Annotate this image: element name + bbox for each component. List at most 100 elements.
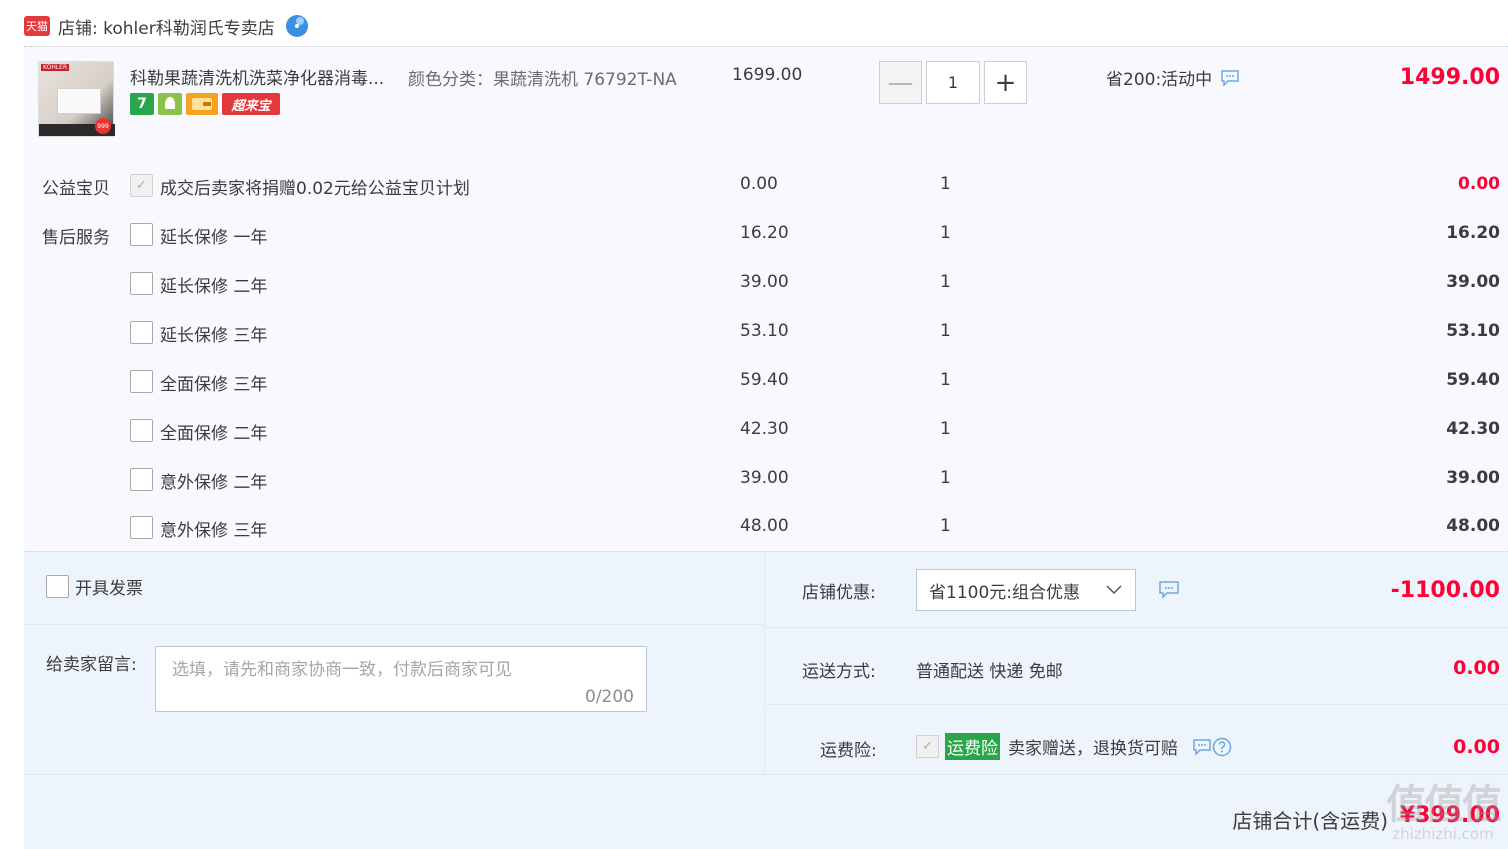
android-icon[interactable] [158, 93, 182, 115]
divider [24, 624, 765, 625]
product-thumbnail[interactable]: KOHLER 999 [38, 61, 115, 137]
service-name: 意外保修 二年 [160, 473, 268, 493]
service-row: 全面保修 二年 42.30 1 42.30 [24, 416, 1508, 446]
freight-insurance-control: ✓ 运费险 卖家赠送，退换货可赔 [916, 733, 1232, 760]
shipping-value: 普通配送 快递 免邮 [916, 662, 1063, 682]
store-total-label: 店铺合计(含运费) [1232, 809, 1388, 833]
coupon-select[interactable]: 省1100元:组合优惠 [916, 569, 1136, 611]
service-group-label: 售后服务 [42, 228, 110, 248]
service-checkbox[interactable] [130, 370, 153, 393]
service-price: 16.20 [740, 223, 789, 243]
service-name: 延长保修 二年 [160, 277, 268, 297]
service-row: 延长保修 二年 39.00 1 39.00 [24, 269, 1508, 299]
order-options: 开具发票 给卖家留言: 选填，请先和商家协商一致，付款后商家可见 0/200 店… [24, 551, 1508, 849]
service-name: 成交后卖家将捐赠0.02元给公益宝贝计划 [160, 179, 470, 199]
product-sku: 颜色分类：果蔬清洗机 76792T-NA [408, 70, 677, 90]
service-checkbox[interactable] [130, 419, 153, 442]
service-row: 全面保修 三年 59.40 1 59.40 [24, 367, 1508, 397]
store-discount-label: 店铺优惠: [802, 583, 876, 603]
tmall-logo: 天猫 [24, 16, 50, 36]
service-total: 59.40 [1446, 370, 1500, 390]
service-price: 48.00 [740, 516, 789, 536]
service-total: 39.00 [1446, 272, 1500, 292]
service-price: 39.00 [740, 272, 789, 292]
service-qty: 1 [940, 272, 951, 292]
wangwang-chat-icon[interactable] [285, 14, 309, 38]
service-qty: 1 [940, 468, 951, 488]
service-qty: 1 [940, 516, 951, 536]
seven-day-return-icon[interactable]: 7 [130, 93, 154, 115]
service-price: 39.00 [740, 468, 789, 488]
product-unit-price: 1699.00 [732, 65, 803, 85]
service-price: 53.10 [740, 321, 789, 341]
service-row: 公益宝贝 ✓ 成交后卖家将捐赠0.02元给公益宝贝计划 0.00 1 0.00 [24, 171, 1508, 201]
thumbnail-brand: KOHLER [41, 64, 70, 71]
service-checkbox[interactable]: ✓ [130, 174, 153, 197]
service-checkbox[interactable] [130, 516, 153, 539]
quantity-plus-button[interactable]: + [984, 61, 1027, 104]
service-checkbox[interactable] [130, 468, 153, 491]
service-row: 延长保修 三年 53.10 1 53.10 [24, 318, 1508, 348]
service-total: 16.20 [1446, 223, 1500, 243]
product-badges: 7 超来宝 [130, 93, 280, 115]
comment-icon[interactable] [1192, 738, 1212, 756]
promo-text[interactable]: 省200:活动中 [1106, 65, 1212, 90]
watermark: 值值值 zhizhizhi.com [1386, 782, 1502, 843]
service-row: 售后服务 延长保修 一年 16.20 1 16.20 [24, 220, 1508, 250]
shipping-label: 运送方式: [802, 662, 876, 682]
service-qty: 1 [940, 223, 951, 243]
service-qty: 1 [940, 174, 951, 194]
quantity-minus-button[interactable]: — [879, 61, 922, 104]
product-total: 1499.00 [1399, 65, 1500, 90]
service-qty: 1 [940, 321, 951, 341]
product-promo: 省200:活动中 [1106, 65, 1240, 90]
memo-label: 给卖家留言: [46, 655, 137, 675]
freight-insurance-checkbox[interactable]: ✓ [916, 735, 939, 758]
freight-insurance-tag: 运费险 [945, 733, 1000, 760]
memo-placeholder: 选填，请先和商家协商一致，付款后商家可见 [172, 660, 512, 680]
comment-icon[interactable] [1220, 69, 1240, 87]
card-icon[interactable] [186, 93, 218, 115]
store-discount-amount: -1100.00 [1390, 578, 1500, 603]
shop-name[interactable]: 店铺: kohler科勒润氏专卖店 [58, 14, 275, 39]
freight-insurance-text: 卖家赠送，退换货可赔 [1008, 739, 1178, 759]
service-name: 全面保修 二年 [160, 424, 268, 444]
service-checkbox[interactable] [130, 321, 153, 344]
service-row: 意外保修 三年 48.00 1 48.00 [24, 513, 1508, 543]
service-checkbox[interactable] [130, 272, 153, 295]
coupon-selected: 省1100元:组合优惠 [929, 582, 1080, 603]
service-price: 59.40 [740, 370, 789, 390]
invoice-label: 开具发票 [75, 579, 143, 599]
invoice-checkbox[interactable] [46, 575, 69, 598]
service-total: 48.00 [1446, 516, 1500, 536]
comment-icon[interactable] [1158, 580, 1180, 600]
service-price: 42.30 [740, 419, 789, 439]
freight-insurance-amount: 0.00 [1453, 736, 1500, 758]
order-options-left: 开具发票 给卖家留言: 选填，请先和商家协商一致，付款后商家可见 0/200 [24, 552, 765, 774]
service-row: 意外保修 二年 39.00 1 39.00 [24, 465, 1508, 495]
service-name: 全面保修 三年 [160, 375, 268, 395]
service-total: 39.00 [1446, 468, 1500, 488]
shipping-row: 运送方式: 普通配送 快递 免邮 0.00 [766, 629, 1508, 705]
help-icon[interactable] [1212, 737, 1232, 757]
shipping-amount: 0.00 [1453, 657, 1500, 679]
order-panel: KOHLER 999 科勒果蔬清洗机洗菜净化器消毒... 7 超来宝 颜色分类：… [24, 46, 1508, 849]
super-icon[interactable]: 超来宝 [222, 93, 280, 115]
invoice-option[interactable]: 开具发票 [46, 574, 143, 599]
quantity-input[interactable]: 1 [927, 61, 979, 104]
service-qty: 1 [940, 419, 951, 439]
watermark-logo: 值值值 [1386, 782, 1502, 828]
service-group-label: 公益宝贝 [42, 179, 110, 199]
thumbnail-badge: 999 [95, 118, 111, 134]
shop-header: 天猫 店铺: kohler科勒润氏专卖店 [24, 8, 309, 44]
service-checkbox[interactable] [130, 223, 153, 246]
product-title[interactable]: 科勒果蔬清洗机洗菜净化器消毒... [130, 64, 402, 89]
thumbnail-appliance [57, 88, 101, 114]
service-name: 延长保修 一年 [160, 228, 268, 248]
service-name: 意外保修 三年 [160, 521, 268, 541]
memo-textarea[interactable]: 选填，请先和商家协商一致，付款后商家可见 0/200 [155, 646, 647, 712]
store-discount-control: 省1100元:组合优惠 [916, 569, 1180, 611]
store-discount-row: 店铺优惠: 省1100元:组合优惠 -1100.00 [766, 552, 1508, 628]
quantity-stepper: — 1 + [879, 61, 1027, 104]
service-price: 0.00 [740, 174, 778, 194]
